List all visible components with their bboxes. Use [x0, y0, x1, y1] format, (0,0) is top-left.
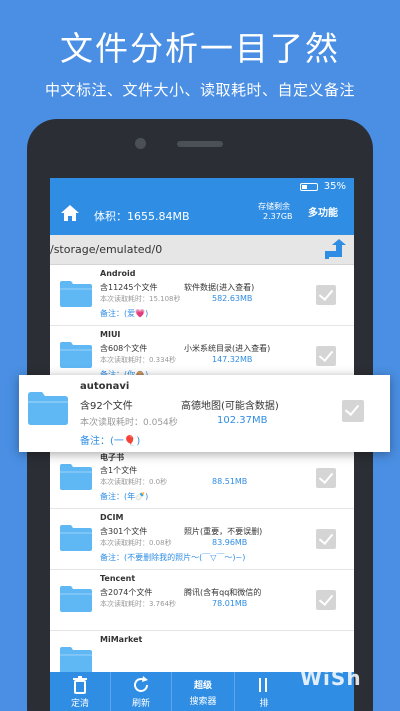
- phone-camera: [135, 138, 146, 149]
- row-checkbox[interactable]: [316, 590, 336, 610]
- folder-icon: [60, 647, 92, 673]
- file-count: 含1个文件: [100, 466, 138, 475]
- folder-size: 88.51MB: [212, 477, 248, 486]
- folder-note: 备注：(年🍼): [100, 492, 149, 501]
- folder-description: 照片(重要，不要误删): [184, 527, 263, 536]
- sort-button[interactable]: 排: [235, 672, 293, 711]
- folder-name: DCIM: [100, 513, 124, 522]
- refresh-label: 刷新: [131, 699, 150, 709]
- parent-folder-icon[interactable]: [322, 239, 348, 261]
- row-checkbox[interactable]: [316, 529, 336, 549]
- row-checkbox[interactable]: [342, 400, 364, 422]
- folder-description: 小米系统目录(进入查看): [184, 344, 271, 353]
- folder-note: 备注：(一🎈): [80, 436, 141, 447]
- sort-icon: [259, 678, 267, 692]
- folder-icon: [60, 464, 92, 490]
- folder-icon: [60, 586, 92, 612]
- folder-description: 软件数据(进入查看): [184, 283, 255, 292]
- folder-size: 582.63MB: [212, 294, 253, 303]
- battery-icon: [300, 183, 318, 191]
- folder-note: 备注：(爱💗): [100, 309, 149, 318]
- folder-name: autonavi: [80, 381, 130, 392]
- top-bar: 体积：1655.84MB 存储剩余 2.37GB 多功能: [50, 195, 354, 235]
- home-icon[interactable]: [60, 203, 80, 223]
- sort-label: 排: [259, 699, 269, 709]
- folder-size: 102.37MB: [217, 415, 268, 426]
- promo-headline: 文件分析一目了然: [60, 29, 340, 68]
- file-count: 含92个文件: [80, 401, 133, 412]
- highlighted-folder-row[interactable]: autonavi 含92个文件 高德地图(可能含数据) 本次读取耗时：0.054…: [19, 375, 390, 452]
- folder-name: Tencent: [100, 574, 136, 583]
- folder-name: MIUI: [100, 330, 121, 339]
- folder-row[interactable]: 电子书含1个文件本次读取耗时：0.0秒 88.51MB 备注：(年🍼): [50, 448, 354, 509]
- watermark-logo: WiSh: [300, 666, 362, 690]
- folder-name: 电子书: [100, 453, 124, 462]
- folder-row[interactable]: DCIM 含301个文件 照片(重要，不要误删) 本次读取耗时：0.08秒 83.96M…: [50, 509, 354, 570]
- folder-name: MiMarket: [100, 635, 143, 644]
- super-search-button[interactable]: 超级 搜索器: [172, 672, 234, 711]
- folder-description: 腾讯(含有qq和微信的: [184, 588, 262, 597]
- folder-icon: [28, 392, 68, 425]
- total-volume: 体积：1655.84MB: [94, 210, 190, 223]
- folder-row[interactable]: Tencent 含2074个文件 腾讯(含有qq和微信的 本次读取耗时：3.764秒 7…: [50, 570, 354, 631]
- super-search-label-2: 搜索器: [189, 697, 217, 707]
- more-functions-button[interactable]: 多功能: [308, 204, 338, 219]
- storage-free-label: 存储剩余: [258, 202, 290, 211]
- read-time: 本次读取耗时：15.108秒: [100, 295, 181, 303]
- trash-icon: [73, 676, 87, 694]
- current-path: /storage/emulated/0: [50, 243, 163, 256]
- folder-icon: [60, 525, 92, 551]
- read-time: 本次读取耗时：3.764秒: [100, 600, 177, 608]
- file-count: 含608个文件: [100, 344, 148, 353]
- read-time: 本次读取耗时：0.334秒: [100, 356, 177, 364]
- refresh-icon: [134, 676, 148, 692]
- clean-button[interactable]: 定清: [50, 672, 110, 711]
- row-checkbox[interactable]: [316, 468, 336, 488]
- super-search-label-1: 超级: [193, 681, 212, 691]
- read-time: 本次读取耗时：0.08秒: [100, 539, 172, 547]
- folder-icon: [60, 342, 92, 368]
- storage-free-value: 2.37GB: [263, 212, 293, 221]
- promo-subline: 中文标注、文件大小、读取耗时、自定义备注: [44, 81, 355, 99]
- folder-description: 高德地图(可能含数据): [181, 401, 279, 412]
- folder-size: 78.01MB: [212, 599, 248, 608]
- row-checkbox[interactable]: [316, 285, 336, 305]
- path-bar: /storage/emulated/0: [50, 235, 354, 265]
- folder-size: 83.96MB: [212, 538, 248, 547]
- clean-label: 定清: [70, 699, 89, 709]
- read-time: 本次读取耗时：0.0秒: [100, 478, 168, 486]
- battery-percent: 35%: [323, 181, 346, 192]
- folder-row[interactable]: Android 含11245个文件 软件数据(进入查看) 本次读取耗时：15.108秒…: [50, 265, 354, 326]
- folder-icon: [60, 281, 92, 307]
- status-bar: 35%: [50, 178, 354, 195]
- file-count: 含301个文件: [100, 527, 148, 536]
- phone-speaker: [177, 141, 223, 147]
- file-count: 含2074个文件: [100, 588, 153, 597]
- refresh-button[interactable]: 刷新: [111, 672, 171, 711]
- folder-note: 备注：(不要删除我的照片～(￣▽￣～)~): [100, 553, 246, 562]
- folder-size: 147.32MB: [212, 355, 253, 364]
- file-count: 含11245个文件: [100, 283, 158, 292]
- row-checkbox[interactable]: [316, 346, 336, 366]
- folder-name: Android: [100, 269, 136, 278]
- read-time: 本次读取耗时：0.054秒: [80, 418, 178, 428]
